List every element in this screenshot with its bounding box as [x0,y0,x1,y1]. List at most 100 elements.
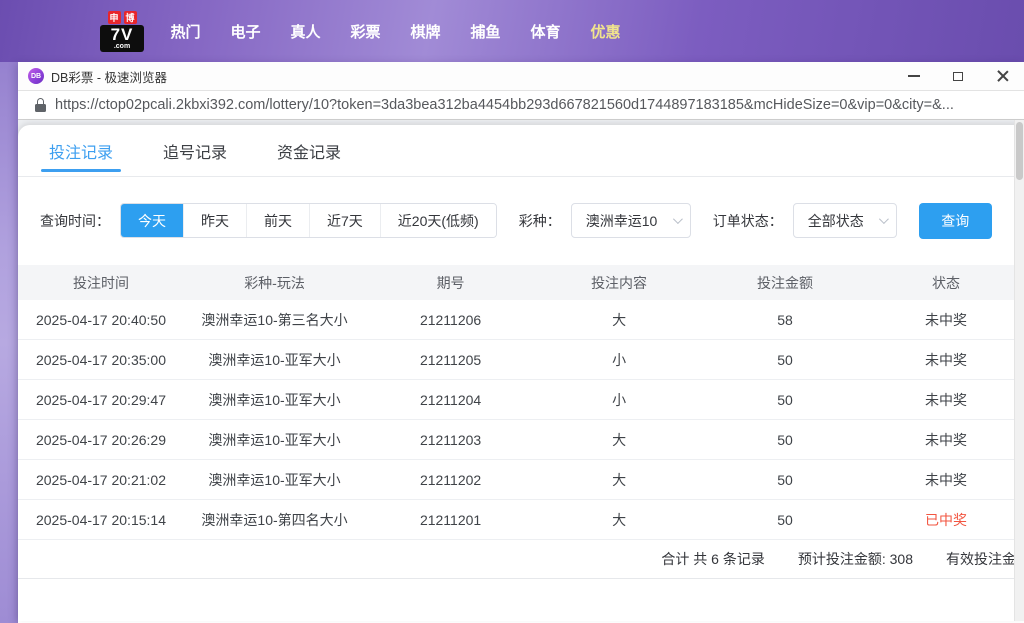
chevron-down-icon [672,214,683,225]
filter-bar: 查询时间： 今天 昨天 前天 近7天 近20天(低频) 彩种： 澳洲幸运10 订… [40,202,1024,239]
time-option-daybefore[interactable]: 前天 [246,204,309,237]
site-nav: 热门 电子 真人 彩票 棋牌 捕鱼 体育 优惠 [170,21,621,42]
records-card: 投注记录 追号记录 资金记录 查询时间： 今天 昨天 前天 近7天 近20天(低… [18,125,1024,621]
status-select-value: 全部状态 [807,212,864,229]
table-row: 2025-04-17 20:40:50 澳洲幸运10-第三名大小 2121120… [18,300,1024,340]
bet-status: 未中奖 [925,351,967,368]
logo-main-text: 7V [110,24,134,44]
bet-time: 2025-04-17 20:29:47 [35,391,166,408]
bet-issue: 21211205 [419,351,482,368]
tab-bet-records[interactable]: 投注记录 [40,125,122,176]
browser-app-icon: DB [28,68,44,84]
col-header-time: 投注时间 [72,274,129,291]
maximize-button[interactable] [936,62,980,90]
lottery-select-value: 澳洲幸运10 [585,212,658,229]
bet-time: 2025-04-17 20:35:00 [35,351,166,368]
logo-sub-text: .com [113,42,131,50]
summary-expected-amount: 预计投注金额: 308 [797,551,913,567]
table-row: 2025-04-17 20:29:47 澳洲幸运10-亚军大小 21211204… [18,380,1024,420]
bet-game: 澳洲幸运10-亚军大小 [208,351,341,368]
window-titlebar: DB DB彩票 - 极速浏览器 [18,62,1024,90]
minimize-icon [908,75,920,77]
bet-game: 澳洲幸运10-第三名大小 [201,311,348,328]
bet-status: 未中奖 [925,391,967,408]
bet-content: 大 [612,511,627,528]
bet-amount: 50 [777,391,793,408]
time-option-today[interactable]: 今天 [121,204,183,237]
col-header-status: 状态 [932,274,960,291]
bet-time: 2025-04-17 20:21:02 [35,471,166,488]
summary-bar: 合计 共 6 条记录 预计投注金额: 308 有效投注金 [18,540,1024,579]
bet-time: 2025-04-17 20:40:50 [35,311,166,328]
nav-item-fishing[interactable]: 捕鱼 [470,21,501,42]
url-text: https://ctop02pcali.2kbxi392.com/lottery… [55,97,954,113]
scrollbar-thumb[interactable] [1016,122,1023,180]
col-header-issue: 期号 [436,274,465,291]
bet-issue: 21211203 [419,431,482,448]
bet-issue: 21211206 [419,311,482,328]
bet-content: 小 [612,391,627,408]
order-status-select[interactable]: 全部状态 [792,203,897,238]
logo-badge-right: 博 [123,10,137,24]
site-topbar: 申 博 7V .com 热门 电子 真人 彩票 棋牌 捕鱼 体育 优惠 [0,0,1024,62]
browser-window: DB DB彩票 - 极速浏览器 https://ctop02pcali.2kbx… [18,62,1024,623]
time-option-7days[interactable]: 近7天 [309,204,380,237]
bet-status: 未中奖 [925,471,967,488]
col-header-amount: 投注金额 [757,274,814,291]
nav-item-sports[interactable]: 体育 [530,21,561,42]
bet-content: 小 [612,351,627,368]
page-content: 投注记录 追号记录 资金记录 查询时间： 今天 昨天 前天 近7天 近20天(低… [18,120,1024,621]
bet-amount: 50 [777,351,793,368]
logo-box: 7V .com [100,24,144,52]
table-row: 2025-04-17 20:26:29 澳洲幸运10-亚军大小 21211203… [18,420,1024,460]
bet-records-table: 投注时间 彩种-玩法 期号 投注内容 投注金额 状态 2025-04-17 20… [18,265,1024,540]
time-filter-group: 今天 昨天 前天 近7天 近20天(低频) [120,203,497,238]
logo-badges: 申 博 [107,10,137,24]
bet-content: 大 [612,471,627,488]
bet-content: 大 [612,311,627,328]
nav-item-promo[interactable]: 优惠 [590,21,621,42]
status-filter-label: 订单状态： [712,212,783,229]
window-title: DB彩票 - 极速浏览器 [51,70,167,85]
table-row: 2025-04-17 20:35:00 澳洲幸运10-亚军大小 21211205… [18,340,1024,380]
nav-item-live[interactable]: 真人 [290,21,321,42]
lottery-filter-label: 彩种： [518,212,561,229]
col-header-game: 彩种-玩法 [244,274,305,291]
maximize-icon [953,71,963,81]
col-header-content: 投注内容 [591,274,648,291]
bet-amount: 50 [777,431,793,448]
nav-item-chess[interactable]: 棋牌 [410,21,441,42]
vertical-scrollbar[interactable] [1014,120,1024,621]
bet-game: 澳洲幸运10-亚军大小 [208,391,341,408]
table-row: 2025-04-17 20:15:14 澳洲幸运10-第四名大小 2121120… [18,500,1024,540]
table-header-row: 投注时间 彩种-玩法 期号 投注内容 投注金额 状态 [18,265,1024,300]
lottery-select[interactable]: 澳洲幸运10 [570,203,691,238]
bet-issue: 21211202 [419,471,482,488]
bet-game: 澳洲幸运10-亚军大小 [208,431,341,448]
query-button[interactable]: 查询 [918,202,992,239]
time-option-yesterday[interactable]: 昨天 [183,204,246,237]
summary-total-records: 合计 共 6 条记录 [661,551,765,567]
time-option-20days[interactable]: 近20天(低频) [379,204,496,237]
bet-time: 2025-04-17 20:26:29 [35,431,166,448]
time-filter-label: 查询时间： [40,212,110,229]
close-button[interactable] [980,62,1024,90]
nav-item-slots[interactable]: 电子 [230,21,261,42]
bet-status: 已中奖 [925,511,967,528]
chevron-down-icon [878,214,889,225]
nav-item-lottery[interactable]: 彩票 [350,21,381,42]
address-bar[interactable]: https://ctop02pcali.2kbxi392.com/lottery… [18,90,1024,120]
summary-valid-amount: 有效投注金 [946,551,1016,567]
tab-chase-records[interactable]: 追号记录 [159,125,231,176]
tab-fund-records[interactable]: 资金记录 [273,125,345,176]
site-logo[interactable]: 申 博 7V .com [100,10,144,52]
bet-issue: 21211201 [419,511,482,528]
bet-amount: 50 [777,471,793,488]
record-tabs: 投注记录 追号记录 资金记录 [18,125,1024,177]
nav-item-hot[interactable]: 热门 [170,21,201,42]
bet-game: 澳洲幸运10-第四名大小 [201,511,348,528]
window-controls [892,62,1024,90]
close-icon [996,70,1008,82]
bet-status: 未中奖 [925,311,967,328]
minimize-button[interactable] [892,62,936,90]
